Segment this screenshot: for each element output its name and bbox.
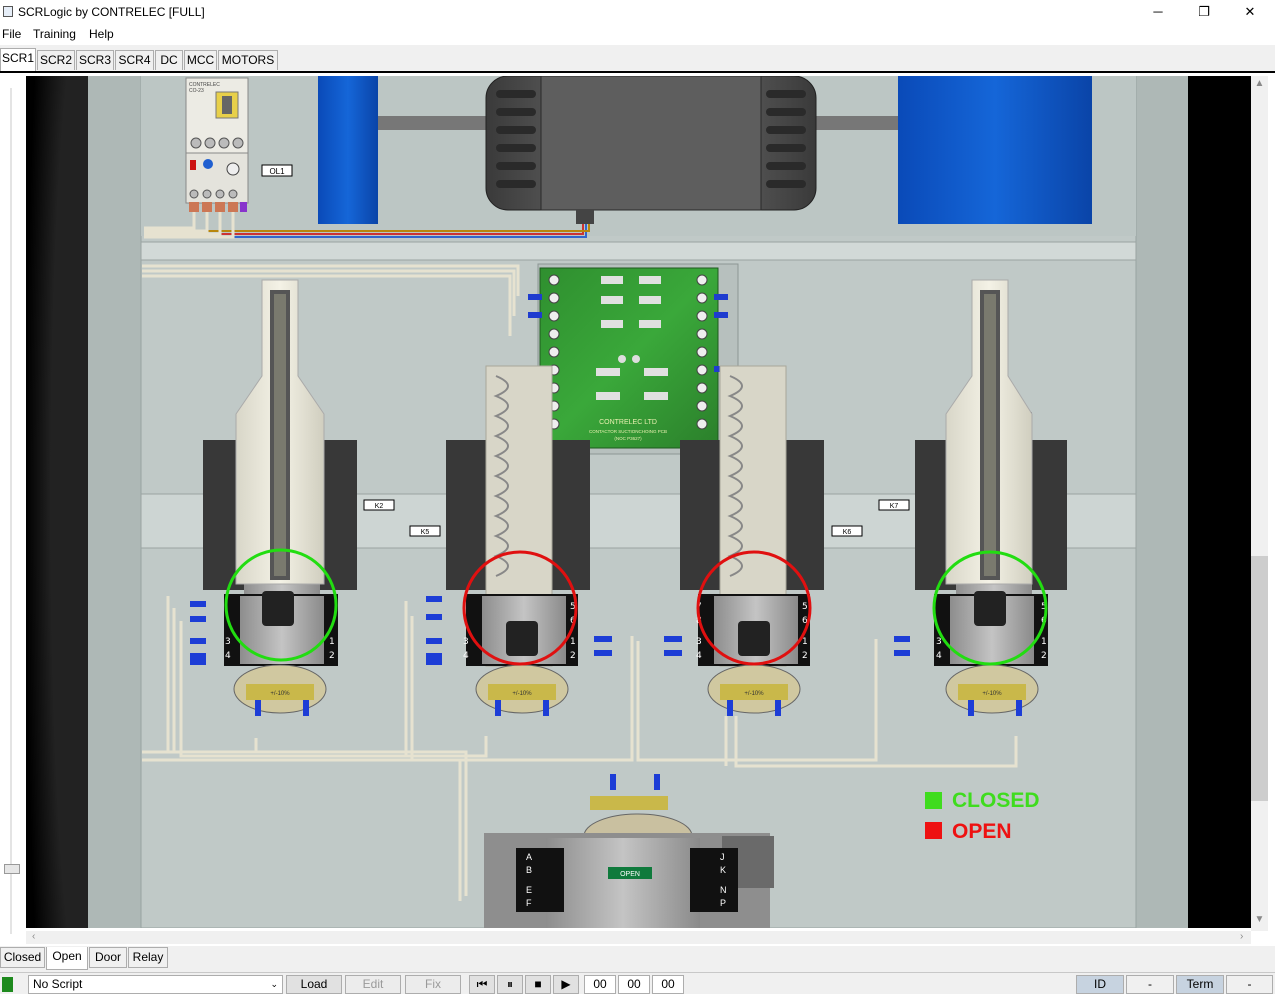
label-k6: K6 — [843, 529, 852, 536]
script-select[interactable]: No Script ⌄ — [28, 975, 283, 994]
terminal-k: K — [720, 865, 726, 875]
chevron-down-icon: ⌄ — [270, 979, 278, 989]
svg-text:1: 1 — [802, 637, 808, 647]
tab-mcc[interactable]: MCC — [184, 50, 217, 70]
label-k2: K2 — [375, 503, 384, 510]
tab-scr4[interactable]: SCR4 — [115, 50, 154, 70]
resistor-tag-3: +/-10% — [744, 691, 764, 697]
id-label: ID — [1076, 975, 1124, 994]
tab-closed[interactable]: Closed — [0, 947, 45, 968]
restore-button[interactable]: ❐ — [1181, 0, 1227, 25]
scroll-down-icon[interactable]: ▼ — [1251, 914, 1268, 925]
svg-text:2: 2 — [570, 651, 576, 661]
id-value: - — [1126, 975, 1174, 994]
zoom-slider-thumb[interactable] — [4, 864, 20, 874]
tab-door[interactable]: Door — [89, 947, 127, 968]
svg-text:3: 3 — [936, 637, 942, 647]
svg-text:3: 3 — [463, 637, 469, 647]
close-button[interactable]: ✕ — [1227, 0, 1273, 25]
door-indicator: OPEN — [620, 871, 640, 878]
pcb-line1: CONTACTOR SUCTIONCHOING PCB — [589, 429, 667, 434]
timer-minutes: 00 — [618, 975, 650, 994]
svg-text:1: 1 — [570, 637, 576, 647]
timer-seconds: 00 — [652, 975, 684, 994]
window-title: SCRLogic by CONTRELEC [FULL] — [18, 5, 205, 19]
zoom-slider[interactable] — [3, 80, 21, 942]
resistor-tag-1: +/-10% — [270, 691, 290, 697]
menu-training[interactable]: Training — [33, 27, 76, 41]
status-led — [2, 977, 13, 992]
svg-text:2: 2 — [1041, 651, 1047, 661]
scroll-right-icon[interactable]: › — [1240, 931, 1243, 942]
legend-open-swatch — [925, 822, 942, 839]
legend-open-label: OPEN — [952, 820, 1012, 843]
suppression-pcb[interactable]: CONTRELEC LTD CONTACTOR SUCTIONCHOING PC… — [528, 263, 739, 455]
pcb-maker: CONTRELEC LTD — [599, 419, 657, 426]
pcb-line2: (NOC P3627) — [614, 436, 642, 441]
term-value: - — [1226, 975, 1273, 994]
status-bar: No Script ⌄ Load Edit Fix ⏮ ⏸ ■ ▶ 00 00 … — [0, 972, 1275, 994]
play-button[interactable]: ▶ — [553, 975, 579, 994]
horizontal-scrollbar[interactable]: ‹ › — [26, 931, 1251, 944]
svg-text:5: 5 — [802, 602, 808, 612]
minimize-button[interactable]: ─ — [1135, 0, 1181, 25]
resistor-tag-2: +/-10% — [512, 691, 532, 697]
load-button[interactable]: Load — [286, 975, 342, 994]
menu-file[interactable]: File — [2, 27, 21, 41]
tab-motors[interactable]: MOTORS — [218, 50, 278, 70]
svg-text:4: 4 — [696, 651, 702, 661]
timer-hours: 00 — [584, 975, 616, 994]
scroll-up-icon[interactable]: ▲ — [1251, 78, 1268, 89]
stop-button[interactable]: ■ — [525, 975, 551, 994]
edit-button[interactable]: Edit — [345, 975, 401, 994]
terminal-j: J — [720, 852, 725, 862]
panel-canvas[interactable]: CONTRELEC CO-23 OL1 CONTRELEC LTD CONTAC… — [26, 76, 1251, 928]
tab-open[interactable]: Open — [46, 947, 88, 970]
svg-text:1: 1 — [1041, 637, 1047, 647]
label-k7: K7 — [890, 503, 899, 510]
menu-help[interactable]: Help — [89, 27, 114, 41]
scroll-left-icon[interactable]: ‹ — [32, 931, 35, 942]
title-bar: SCRLogic by CONTRELEC [FULL] ─ ❐ ✕ — [0, 0, 1275, 25]
scrollbar-thumb[interactable] — [1251, 556, 1268, 801]
resistor-tag-4: +/-10% — [982, 691, 1002, 697]
tab-relay[interactable]: Relay — [128, 947, 168, 968]
svg-text:4: 4 — [936, 651, 942, 661]
script-select-value: No Script — [33, 977, 83, 991]
legend-closed-swatch — [925, 792, 942, 809]
tab-scr3[interactable]: SCR3 — [76, 50, 114, 70]
terminal-n: N — [720, 885, 727, 895]
svg-text:4: 4 — [463, 651, 469, 661]
panel-diagram: CONTRELEC CO-23 OL1 CONTRELEC LTD CONTAC… — [26, 76, 1251, 928]
overload-model: CO-23 — [189, 88, 204, 94]
app-icon — [3, 6, 13, 17]
tab-scr1[interactable]: SCR1 — [0, 48, 36, 71]
svg-text:4: 4 — [225, 651, 231, 661]
terminal-e: E — [526, 885, 532, 895]
menu-bar: File Training Help — [0, 25, 1275, 45]
svg-text:3: 3 — [696, 637, 702, 647]
pause-button[interactable]: ⏸ — [497, 975, 523, 994]
svg-text:3: 3 — [225, 637, 231, 647]
overload-label: OL1 — [269, 167, 285, 176]
svg-text:1: 1 — [329, 637, 335, 647]
terminal-b: B — [526, 865, 532, 875]
vertical-scrollbar[interactable]: ▲ ▼ — [1251, 76, 1268, 931]
term-label: Term — [1176, 975, 1224, 994]
tab-scr2[interactable]: SCR2 — [37, 50, 75, 70]
tab-dc[interactable]: DC — [155, 50, 183, 70]
terminal-p: P — [720, 898, 726, 908]
terminal-a: A — [526, 852, 532, 862]
svg-text:2: 2 — [802, 651, 808, 661]
fix-button[interactable]: Fix — [405, 975, 461, 994]
label-k5: K5 — [421, 529, 430, 536]
first-step-button[interactable]: ⏮ — [469, 975, 495, 994]
svg-text:2: 2 — [329, 651, 335, 661]
legend-closed-label: CLOSED — [952, 789, 1040, 812]
terminal-f: F — [526, 898, 532, 908]
